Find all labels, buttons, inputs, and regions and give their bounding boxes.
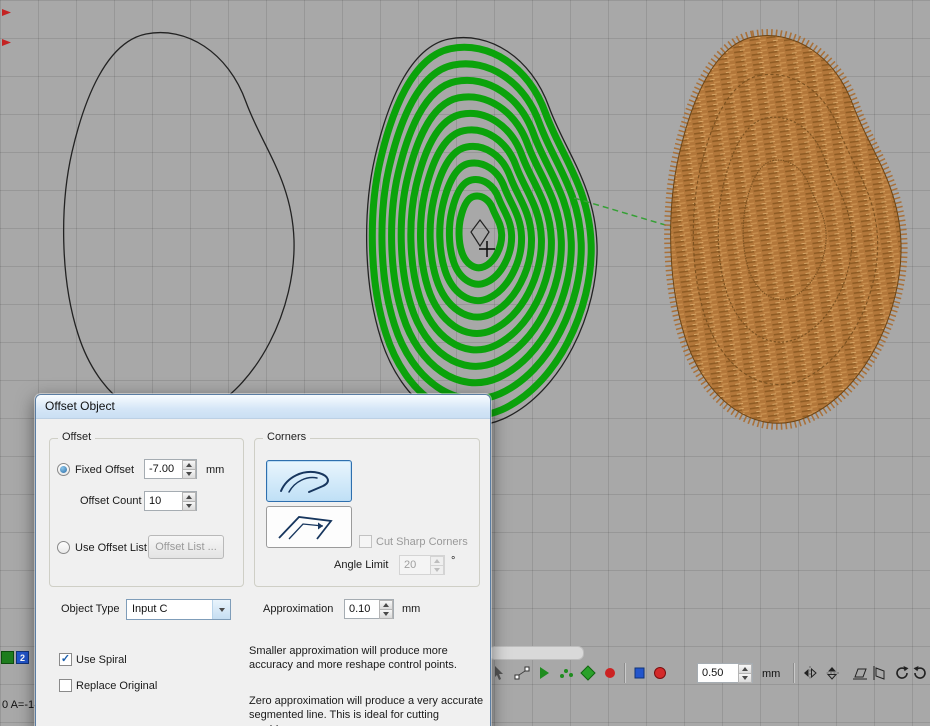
dialog-titlebar[interactable]: Offset Object xyxy=(36,395,490,419)
units-label: mm xyxy=(762,668,780,680)
chevron-down-icon xyxy=(186,472,192,476)
design-canvas[interactable]: mm 2 0 A=-14 Offset Object Offset Fixed … xyxy=(0,0,930,726)
object-type-select[interactable]: Input C xyxy=(126,599,231,620)
exit-point-icon[interactable] xyxy=(652,665,668,681)
rounded-corner-icon xyxy=(273,465,345,497)
fixed-offset-radio[interactable] xyxy=(57,463,70,476)
toolbar-separator xyxy=(793,663,794,683)
offset-list-button[interactable]: Offset List ... xyxy=(148,535,224,559)
reshape-nodes-icon[interactable] xyxy=(514,665,530,681)
use-offset-list-label: Use Offset List xyxy=(75,542,147,554)
fixed-offset-unit-label: mm xyxy=(206,464,224,476)
approximation-label: Approximation xyxy=(263,603,333,615)
fixed-offset-input-group xyxy=(144,459,197,479)
angle-limit-unit-label: ° xyxy=(451,555,455,567)
stitched-object[interactable] xyxy=(671,36,901,424)
chevron-up-icon xyxy=(434,559,440,563)
approximation-unit-label: mm xyxy=(402,603,420,615)
toolbar-separator xyxy=(624,663,625,683)
offset-count-label: Offset Count xyxy=(80,495,142,507)
radio-dot-icon xyxy=(60,466,67,473)
outline-object[interactable] xyxy=(64,33,294,421)
start-point-icon[interactable] xyxy=(580,665,596,681)
canvas-marker-icon xyxy=(2,9,11,46)
spiral-offset-object[interactable] xyxy=(367,38,597,426)
use-offset-list-radio[interactable] xyxy=(57,541,70,554)
replace-original-checkbox[interactable] xyxy=(59,679,72,692)
offset-list-button-label: Offset List ... xyxy=(155,541,217,553)
chevron-up-icon xyxy=(186,495,192,499)
pointer-tool-icon[interactable] xyxy=(492,665,508,681)
chevron-up-icon xyxy=(186,463,192,467)
horizontal-scrollbar[interactable] xyxy=(488,646,584,660)
cut-sharp-corners-label: Cut Sharp Corners xyxy=(376,536,468,548)
approximation-spin-down[interactable] xyxy=(379,609,393,619)
stroke-width-input-group xyxy=(697,663,753,683)
zero-approximation-help-text: Zero approximation will produce a very a… xyxy=(249,694,487,726)
layer-badge[interactable]: 2 xyxy=(16,651,29,664)
entry-point-icon[interactable] xyxy=(632,665,648,681)
approximation-help-text: Smaller approximation will produce more … xyxy=(249,644,487,673)
dialog-title: Offset Object xyxy=(45,399,115,413)
stitch-play-icon[interactable] xyxy=(536,665,552,681)
rotate-right-icon[interactable] xyxy=(912,665,928,681)
skew-horizontal-icon[interactable] xyxy=(852,665,868,681)
color-chip-green[interactable] xyxy=(1,651,14,664)
cut-sharp-corners-checkbox[interactable] xyxy=(359,535,372,548)
chevron-down-icon xyxy=(186,504,192,508)
flip-horizontal-icon[interactable] xyxy=(802,665,818,681)
sharp-corners-button[interactable] xyxy=(266,506,352,548)
chevron-down-icon xyxy=(383,612,389,616)
combo-arrow-button[interactable] xyxy=(212,600,230,619)
flip-vertical-icon[interactable] xyxy=(824,665,840,681)
approximation-input-group xyxy=(344,599,394,619)
sharp-corner-icon xyxy=(273,511,345,543)
rounded-corners-button[interactable] xyxy=(266,460,352,502)
angle-limit-input-group xyxy=(399,555,445,575)
fixed-offset-label: Fixed Offset xyxy=(75,464,134,476)
skew-vertical-icon[interactable] xyxy=(872,665,888,681)
fixed-offset-spin-down[interactable] xyxy=(182,469,196,479)
chevron-down-icon xyxy=(219,608,225,612)
offset-group-label: Offset xyxy=(58,431,95,443)
offset-count-spin-down[interactable] xyxy=(182,501,196,511)
checkmark-icon: ✓ xyxy=(61,653,70,665)
use-spiral-checkbox[interactable]: ✓ xyxy=(59,653,72,666)
stroke-width-spin-down[interactable] xyxy=(738,673,752,683)
end-point-icon[interactable] xyxy=(602,665,618,681)
stitch-points-icon[interactable] xyxy=(558,665,574,681)
angle-limit-label: Angle Limit xyxy=(334,559,388,571)
object-type-label: Object Type xyxy=(61,603,120,615)
object-type-value: Input C xyxy=(132,603,167,615)
offset-object-dialog: Offset Object Offset Fixed Offset mm Off… xyxy=(35,394,491,726)
rotate-left-icon[interactable] xyxy=(894,665,910,681)
use-spiral-label: Use Spiral xyxy=(76,654,127,666)
replace-original-label: Replace Original xyxy=(76,680,157,692)
chevron-down-icon xyxy=(742,676,748,680)
corners-group-label: Corners xyxy=(263,431,310,443)
chevron-up-icon xyxy=(383,603,389,607)
angle-limit-spin-down[interactable] xyxy=(430,565,444,575)
chevron-down-icon xyxy=(434,568,440,572)
chevron-up-icon xyxy=(742,667,748,671)
offset-count-input-group xyxy=(144,491,197,511)
